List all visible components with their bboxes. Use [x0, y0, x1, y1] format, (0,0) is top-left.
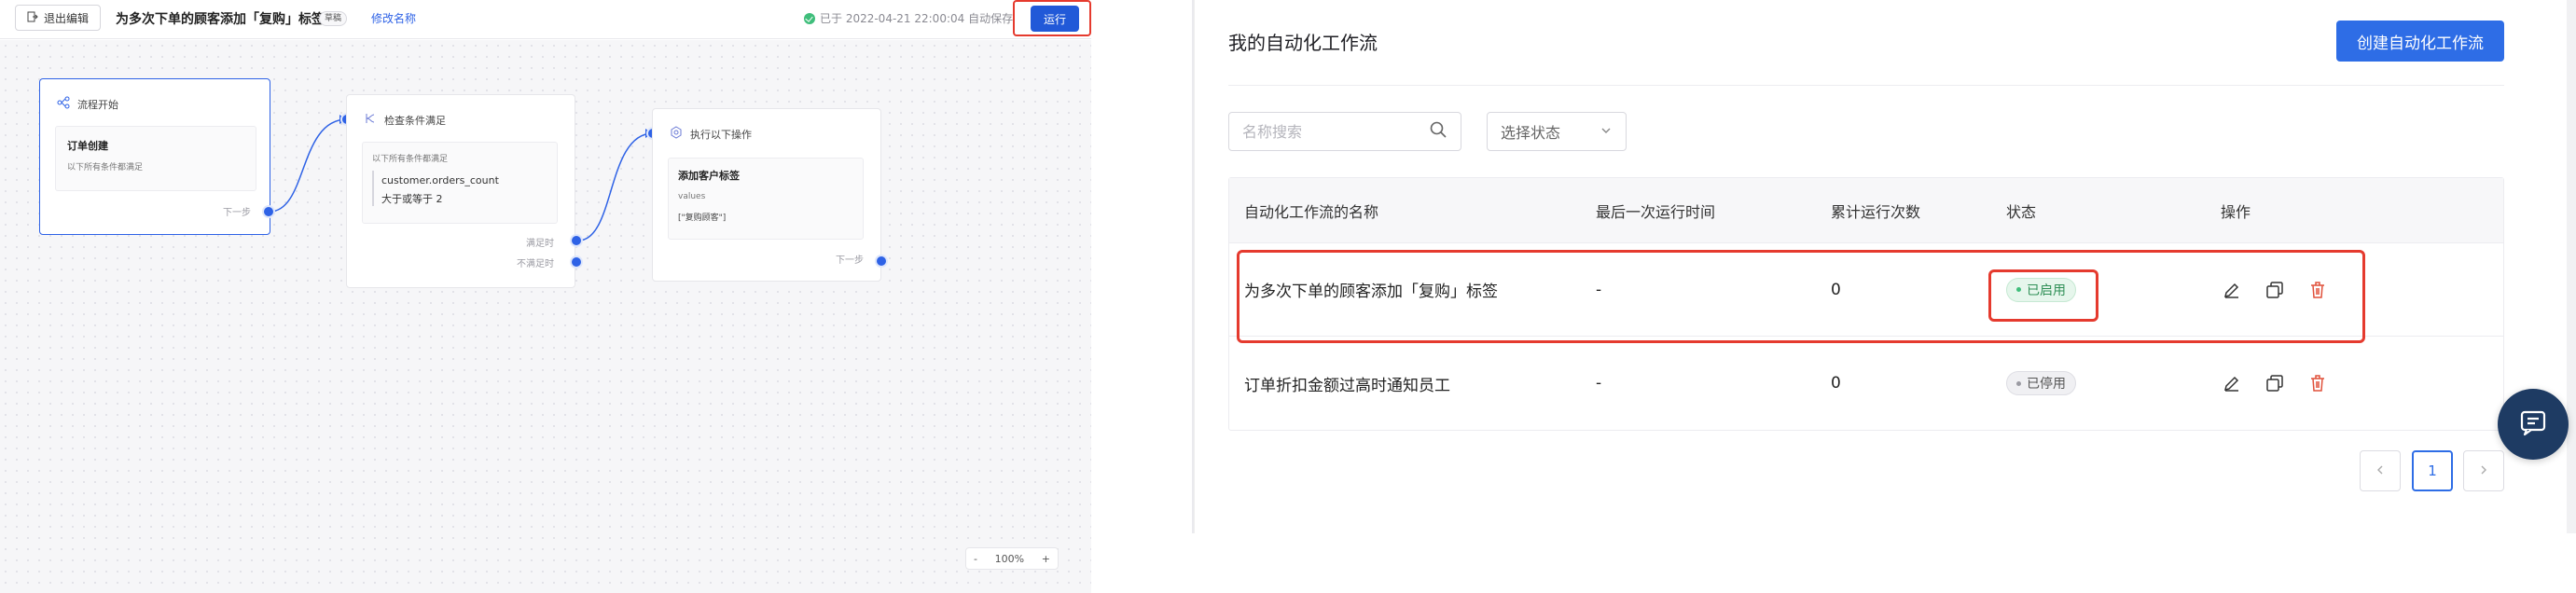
edge-start-to-condition: [269, 118, 348, 213]
node-flow-start[interactable]: 流程开始 订单创建 以下所有条件都满足 下一步: [39, 78, 270, 235]
exit-edit-button[interactable]: 退出编辑: [15, 5, 101, 31]
zoom-out-button[interactable]: -: [974, 553, 977, 565]
delete-icon[interactable]: [2306, 372, 2329, 394]
status-badge-text: 已停用: [2027, 377, 2066, 392]
node-check-condition-header: 检查条件满足: [364, 112, 446, 128]
editor-topbar: 退出编辑 为多次下单的顾客添加「复购」标签 草稿 修改名称 已于 2022-04…: [0, 0, 1091, 39]
node-flow-start-header: 流程开始: [57, 96, 118, 112]
copy-icon[interactable]: [2264, 372, 2286, 394]
col-ops-header: 操作: [2221, 202, 2251, 221]
col-name-header: 自动化工作流的名称: [1244, 202, 1379, 221]
condition-rule-bar: [372, 171, 374, 206]
col-run-count-header: 累计运行次数: [1831, 202, 1921, 221]
create-workflow-button[interactable]: 创建自动化工作流: [2336, 21, 2504, 62]
status-highlight-box: [1988, 269, 2098, 322]
workflow-title: 为多次下单的顾客添加「复购」标签: [116, 12, 325, 27]
execute-action-icon: [670, 126, 683, 142]
condition-true-label: 满足时: [526, 239, 554, 249]
workflow-canvas[interactable]: 流程开始 订单创建 以下所有条件都满足 下一步 检查条件满足 以下所有条件都满足…: [0, 40, 1091, 593]
exit-icon: [27, 11, 38, 25]
pagination-next[interactable]: [2463, 450, 2504, 491]
title-divider: [1228, 85, 2504, 86]
action-output-port[interactable]: [875, 255, 888, 268]
node-check-condition-title: 检查条件满足: [384, 114, 446, 127]
condition-field: customer.orders_count: [381, 174, 499, 186]
condition-true-port[interactable]: [570, 234, 583, 247]
node-execute-actions[interactable]: 执行以下操作 添加客户标签 values ["复购顾客"] 下一步: [652, 108, 881, 282]
search-input[interactable]: [1242, 122, 1410, 141]
condition-branch-icon: [364, 112, 377, 128]
status-dot: [2016, 380, 2021, 386]
condition-panel[interactable]: 以下所有条件都满足 customer.orders_count 大于或等于 2: [362, 142, 558, 224]
run-button-highlight: [1013, 0, 1091, 36]
scrollbar-track[interactable]: [2567, 0, 2576, 533]
edge-condition-to-action: [577, 132, 654, 241]
chevron-down-icon: [1600, 123, 1613, 141]
name-search-field[interactable]: [1228, 112, 1461, 151]
row-ops: [2221, 337, 2329, 430]
exit-edit-label: 退出编辑: [43, 11, 89, 25]
table-header: 自动化工作流的名称 最后一次运行时间 累计运行次数 状态 操作: [1229, 178, 2503, 243]
condition-false-port[interactable]: [570, 255, 583, 269]
zoom-level: 100%: [994, 552, 1025, 565]
row-last-run: -: [1596, 374, 1602, 393]
trigger-sub: 以下所有条件都满足: [67, 163, 144, 172]
status-select-value: 选择状态: [1501, 124, 1561, 142]
status-select[interactable]: 选择状态: [1487, 112, 1627, 151]
action-next-label: 下一步: [836, 255, 864, 266]
chevron-right-icon: [2478, 462, 2489, 479]
autosave-text: 已于 2022-04-21 22:00:04 自动保存: [820, 12, 1014, 25]
row-name[interactable]: 订单折扣金额过高时通知员工: [1244, 337, 1450, 430]
row-run-count: 0: [1831, 374, 1841, 393]
autosave-status: 已于 2022-04-21 22:00:04 自动保存: [804, 10, 1013, 26]
action-title: 添加客户标签: [678, 170, 740, 182]
trigger-title: 订单创建: [67, 140, 108, 152]
zoom-control: - 100% +: [965, 547, 1059, 570]
condition-false-label: 不满足时: [517, 259, 554, 269]
node-execute-actions-header: 执行以下操作: [670, 126, 752, 142]
node-check-condition[interactable]: 检查条件满足 以下所有条件都满足 customer.orders_count 大…: [346, 94, 575, 288]
page-title: 我的自动化工作流: [1228, 32, 1378, 54]
chevron-left-icon: [2375, 462, 2386, 479]
trigger-panel[interactable]: 订单创建 以下所有条件都满足: [55, 126, 256, 191]
chat-icon: [2517, 407, 2549, 442]
edit-icon[interactable]: [2221, 372, 2243, 394]
start-next-label: 下一步: [223, 208, 251, 218]
col-status-header: 状态: [2006, 202, 2037, 221]
pagination-prev[interactable]: [2360, 450, 2401, 491]
flow-start-icon: [57, 96, 70, 112]
pagination-page[interactable]: 1: [2412, 450, 2453, 491]
start-output-port[interactable]: [262, 205, 275, 218]
action-panel[interactable]: 添加客户标签 values ["复购顾客"]: [668, 158, 864, 240]
action-values-value: ["复购顾客"]: [678, 214, 727, 223]
node-flow-start-title: 流程开始: [77, 98, 118, 111]
status-badge-disabled: 已停用: [2006, 371, 2076, 395]
table-row[interactable]: 订单折扣金额过高时通知员工 - 0 已停用: [1229, 337, 2503, 430]
node-execute-actions-title: 执行以下操作: [690, 128, 752, 141]
chat-support-button[interactable]: [2498, 389, 2569, 460]
col-last-run-header: 最后一次运行时间: [1596, 202, 1716, 221]
check-circle-icon: [804, 12, 815, 24]
row-status: 已停用: [2006, 337, 2076, 430]
workflow-editor: 退出编辑 为多次下单的顾客添加「复购」标签 草稿 修改名称 已于 2022-04…: [0, 0, 1091, 593]
search-icon[interactable]: [1429, 120, 1447, 143]
condition-group-label: 以下所有条件都满足: [372, 155, 449, 164]
rename-link[interactable]: 修改名称: [371, 10, 416, 26]
app-root: 退出编辑 为多次下单的顾客添加「复购」标签 草稿 修改名称 已于 2022-04…: [0, 0, 2576, 593]
condition-operator: 大于或等于 2: [381, 193, 443, 205]
row-highlight-box: [1237, 250, 2365, 343]
zoom-in-button[interactable]: +: [1042, 553, 1050, 565]
action-values-label: values: [678, 192, 706, 201]
pane-divider: [1091, 0, 1194, 593]
draft-badge: 草稿: [319, 11, 348, 26]
